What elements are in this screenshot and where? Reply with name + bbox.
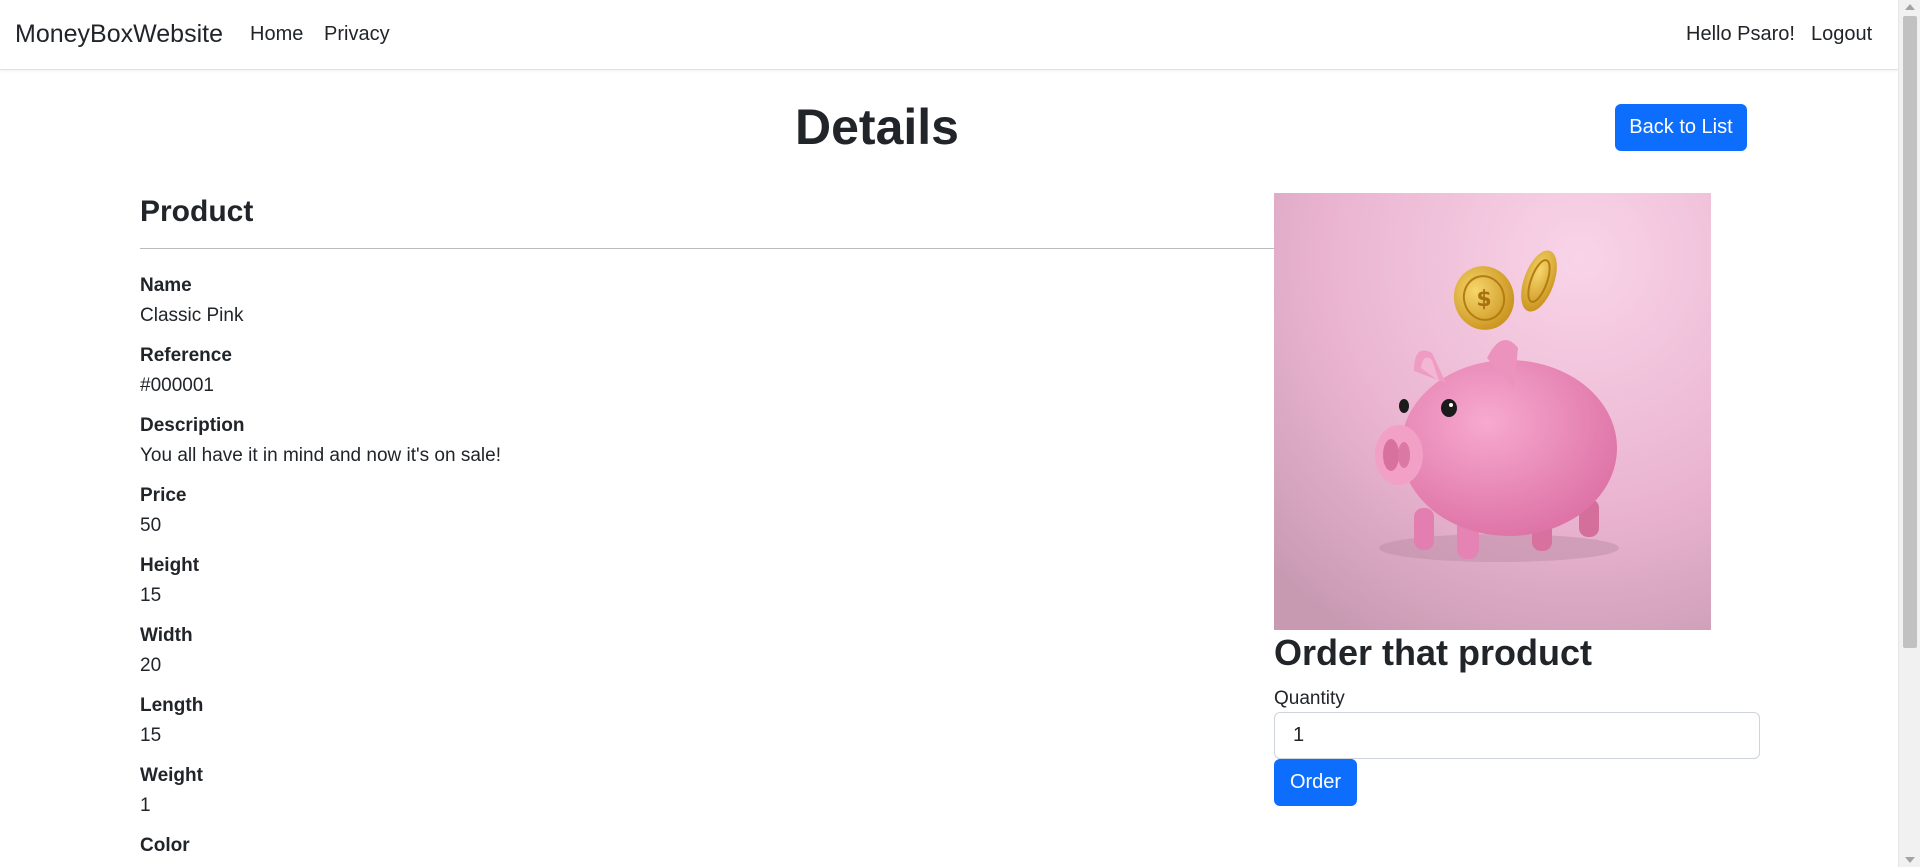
field-value-reference: #000001 [140,375,214,396]
field-label-description: Description [140,415,245,436]
scroll-down-arrow-icon[interactable] [1905,857,1915,863]
order-button[interactable]: Order [1274,759,1357,806]
nav-privacy-link[interactable]: Privacy [324,23,390,46]
scrollbar-thumb[interactable] [1903,16,1917,648]
page-title: Details [795,99,959,155]
field-value-width: 20 [140,655,162,676]
user-greeting-link[interactable]: Hello Psaro! [1686,23,1795,46]
field-value-height: 15 [140,585,162,606]
vertical-scrollbar[interactable] [1898,0,1920,867]
field-value-length: 15 [140,725,162,746]
piggy-bank-illustration: $ [1274,193,1711,630]
quantity-input[interactable] [1274,712,1760,759]
field-label-reference: Reference [140,345,232,366]
field-value-price: 50 [140,515,162,536]
scroll-up-arrow-icon[interactable] [1905,4,1915,10]
field-label-color: Color [140,835,190,856]
order-heading: Order that product [1274,632,1593,673]
navbar: MoneyBoxWebsite Home Privacy Hello Psaro… [0,0,1898,70]
back-to-list-button[interactable]: Back to List [1615,104,1747,151]
brand-link[interactable]: MoneyBoxWebsite [15,20,223,49]
svg-text:$: $ [1476,287,1491,312]
product-image: $ [1274,193,1711,630]
divider [140,248,1275,249]
field-label-weight: Weight [140,765,203,786]
field-value-weight: 1 [140,795,151,816]
field-value-name: Classic Pink [140,305,244,326]
field-label-price: Price [140,485,187,506]
field-label-width: Width [140,625,193,646]
field-label-length: Length [140,695,204,716]
quantity-label: Quantity [1274,688,1345,709]
product-heading: Product [140,195,254,228]
nav-home-link[interactable]: Home [250,23,303,46]
logout-link[interactable]: Logout [1811,23,1872,46]
field-value-description: You all have it in mind and now it's on … [140,445,501,466]
field-label-name: Name [140,275,192,296]
field-label-height: Height [140,555,200,576]
